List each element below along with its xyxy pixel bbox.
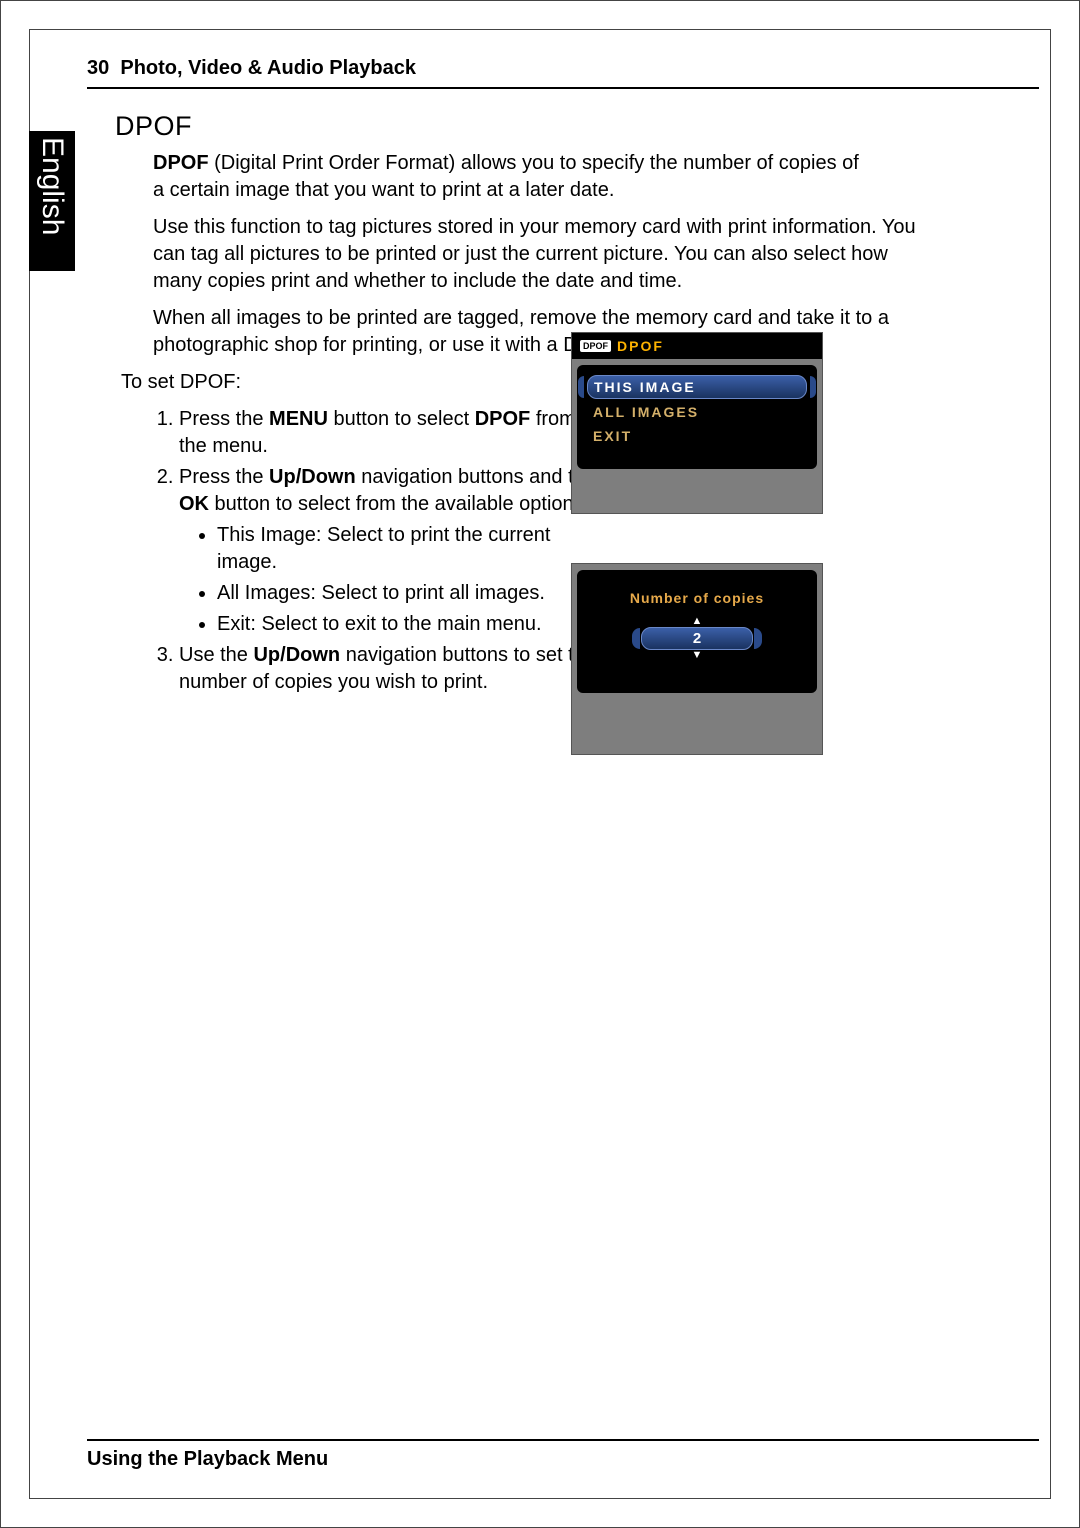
arrow-up-icon: ▲ [641, 616, 753, 627]
step-1: Press the MENU button to select DPOF fro… [179, 406, 609, 460]
updown-ref-2: Up/Down [253, 644, 340, 666]
copies-label: Number of copies [587, 590, 807, 606]
header-rule [87, 87, 1039, 89]
option-this-image: This Image: Select to print the current … [217, 522, 609, 576]
language-tab: English [29, 131, 75, 271]
footer-rule [87, 1439, 1039, 1441]
section-title: DPOF [115, 111, 1035, 142]
page-header: 30 Photo, Video & Audio Playback [87, 57, 416, 80]
lcd-item-exit: EXIT [587, 425, 807, 447]
page-number: 30 [87, 57, 109, 79]
lcd-body: THIS IMAGE ALL IMAGES EXIT [577, 365, 817, 469]
option-exit: Exit: Select to exit to the main menu. [217, 611, 609, 638]
language-label: English [35, 137, 69, 235]
paragraph-1: DPOF (Digital Print Order Format) allows… [153, 150, 873, 204]
lcd-title: DPOF [617, 338, 664, 354]
paragraph-1-rest: (Digital Print Order Format) allows you … [153, 152, 859, 201]
lcd-dpof-menu: DPOF DPOF THIS IMAGE ALL IMAGES EXIT [571, 332, 823, 514]
lcd-item-this-image: THIS IMAGE [587, 375, 807, 399]
step-3: Use the Up/Down navigation buttons to se… [179, 642, 609, 696]
option-all-images: All Images: Select to print all images. [217, 580, 609, 607]
options-list: This Image: Select to print the current … [201, 522, 609, 638]
copies-spinner: ▲ 2 ▼ [641, 616, 753, 661]
lcd-item-all-images: ALL IMAGES [587, 401, 807, 423]
copies-value: 2 [641, 627, 753, 650]
dpof-badge-icon: DPOF [580, 340, 611, 352]
menu-button-ref: MENU [269, 408, 328, 430]
dpof-term: DPOF [153, 152, 209, 174]
lcd-number-of-copies: Number of copies ▲ 2 ▼ [571, 563, 823, 755]
manual-page: 30 Photo, Video & Audio Playback English… [0, 0, 1080, 1528]
step-2: Press the Up/Down navigation buttons and… [179, 464, 609, 638]
lcd-header: DPOF DPOF [572, 333, 822, 359]
dpof-ref: DPOF [475, 408, 531, 430]
steps-list: Press the MENU button to select DPOF fro… [153, 406, 609, 696]
lcd-body-copies: Number of copies ▲ 2 ▼ [577, 570, 817, 693]
updown-ref: Up/Down [269, 466, 356, 488]
ok-ref: OK [179, 493, 209, 515]
page-footer: Using the Playback Menu [87, 1448, 328, 1471]
arrow-down-icon: ▼ [641, 650, 753, 661]
header-section-title: Photo, Video & Audio Playback [120, 57, 416, 79]
paragraph-2: Use this function to tag pictures stored… [153, 214, 933, 295]
